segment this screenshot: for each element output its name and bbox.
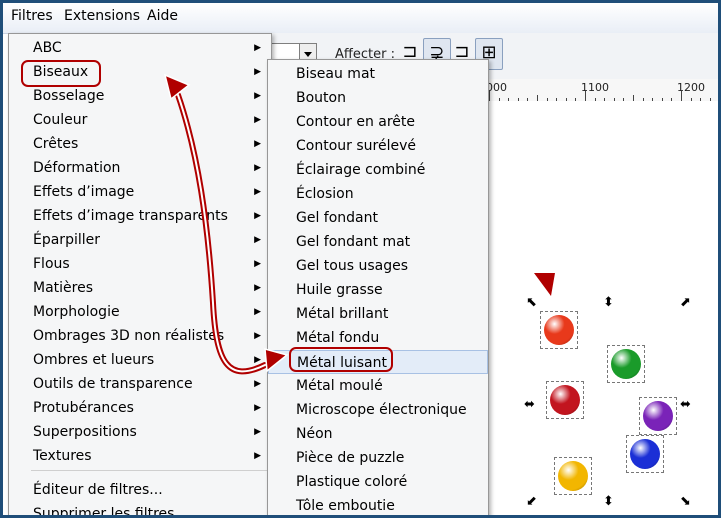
annotation-arrows bbox=[163, 73, 555, 375]
window-frame: Filtres Extensions Aide Affecter : ⊐ ⊋ ⊐… bbox=[0, 0, 721, 518]
arrowhead-down-icon bbox=[534, 273, 555, 296]
annotation-arrow-path-inner bbox=[177, 94, 266, 373]
arrowhead-right-icon bbox=[264, 347, 289, 373]
